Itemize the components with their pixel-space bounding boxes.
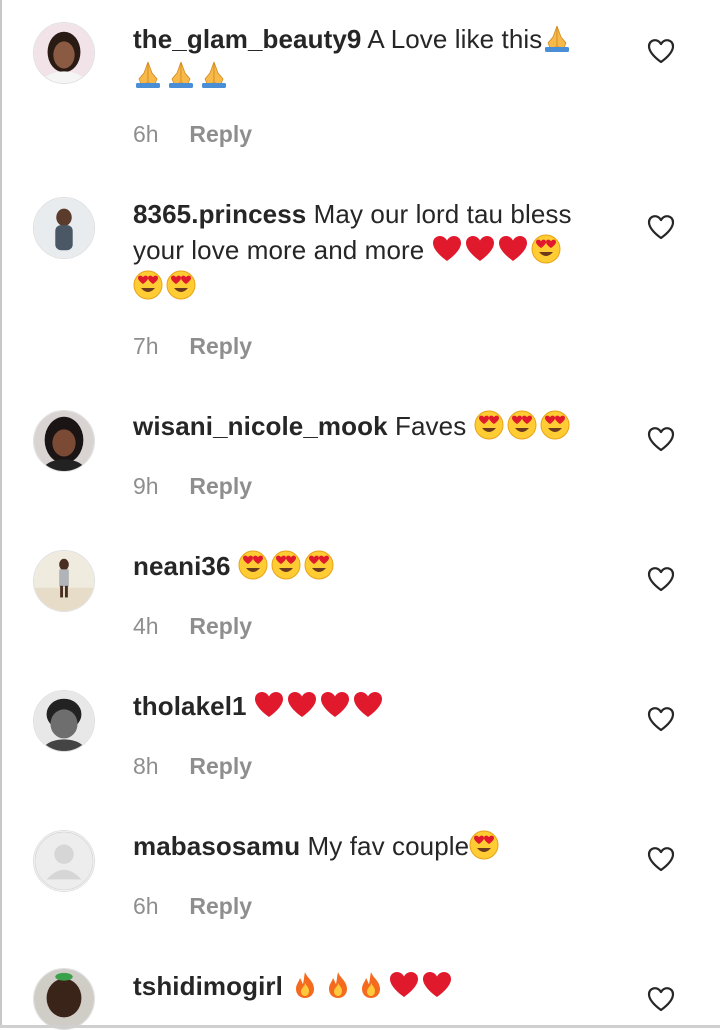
comment-timestamp: 8h xyxy=(133,753,159,779)
comment-body: Faves xyxy=(395,411,467,441)
like-heart-icon[interactable] xyxy=(647,846,675,872)
comment-body: A Love like this xyxy=(367,24,543,54)
comment-username[interactable]: wisani_nicole_mook xyxy=(133,411,388,441)
comment-username[interactable]: mabasosamu xyxy=(133,831,300,861)
comment-text: tshidimogirl xyxy=(133,968,603,1004)
comment-timestamp: 4h xyxy=(133,613,159,639)
red-heart-icon xyxy=(389,970,419,1000)
like-heart-icon[interactable] xyxy=(647,566,675,592)
heart-eyes-icon xyxy=(271,550,301,580)
comment-meta: 6h Reply xyxy=(133,893,252,920)
reply-button[interactable]: Reply xyxy=(189,753,252,779)
like-heart-icon[interactable] xyxy=(647,706,675,732)
like-heart-icon[interactable] xyxy=(647,214,675,240)
heart-eyes-icon xyxy=(133,270,163,300)
left-border xyxy=(0,0,2,1028)
comment-timestamp: 6h xyxy=(133,121,159,147)
red-heart-icon xyxy=(287,690,317,720)
fire-icon xyxy=(290,970,320,1000)
folded-hands-icon xyxy=(166,59,196,89)
comment-meta: 6h Reply xyxy=(133,121,252,148)
avatar[interactable] xyxy=(33,968,95,1030)
comment-meta: 9h Reply xyxy=(133,473,252,500)
comment-text: mabasosamu My fav couple xyxy=(133,828,603,864)
comment-meta: 8h Reply xyxy=(133,753,252,780)
avatar[interactable] xyxy=(33,22,95,84)
heart-eyes-icon xyxy=(469,830,499,860)
like-heart-icon[interactable] xyxy=(647,426,675,452)
reply-button[interactable]: Reply xyxy=(189,473,252,499)
heart-eyes-icon xyxy=(531,234,561,264)
red-heart-icon xyxy=(353,690,383,720)
red-heart-icon xyxy=(254,690,284,720)
heart-eyes-icon xyxy=(304,550,334,580)
comment-username[interactable]: 8365.princess xyxy=(133,199,306,229)
comment-timestamp: 9h xyxy=(133,473,159,499)
avatar[interactable] xyxy=(33,550,95,612)
comment-username[interactable]: tshidimogirl xyxy=(133,971,283,1001)
reply-button[interactable]: Reply xyxy=(189,333,252,359)
comment-timestamp: 6h xyxy=(133,893,159,919)
comment-meta: 7h Reply xyxy=(133,333,252,360)
red-heart-icon xyxy=(422,970,452,1000)
comment-meta: 4h Reply xyxy=(133,613,252,640)
reply-button[interactable]: Reply xyxy=(189,121,252,147)
avatar[interactable] xyxy=(33,410,95,472)
comment-timestamp: 7h xyxy=(133,333,159,359)
red-heart-icon xyxy=(432,234,462,264)
fire-icon xyxy=(323,970,353,1000)
folded-hands-icon xyxy=(542,23,572,53)
heart-eyes-icon xyxy=(166,270,196,300)
reply-button[interactable]: Reply xyxy=(189,893,252,919)
avatar[interactable] xyxy=(33,690,95,752)
heart-eyes-icon xyxy=(238,550,268,580)
fire-icon xyxy=(356,970,386,1000)
red-heart-icon xyxy=(498,234,528,264)
heart-eyes-icon xyxy=(540,410,570,440)
avatar[interactable] xyxy=(33,197,95,259)
comment-text: neani36 xyxy=(133,548,603,584)
comment-body: My fav couple xyxy=(307,831,470,861)
folded-hands-icon xyxy=(133,59,163,89)
comment-text: 8365.princess May our lord tau bless you… xyxy=(133,196,603,304)
red-heart-icon xyxy=(465,234,495,264)
heart-eyes-icon xyxy=(474,410,504,440)
reply-button[interactable]: Reply xyxy=(189,613,252,639)
folded-hands-icon xyxy=(199,59,229,89)
comment-username[interactable]: tholakel1 xyxy=(133,691,247,721)
comment-username[interactable]: neani36 xyxy=(133,551,231,581)
comment-text: the_glam_beauty9 A Love like this xyxy=(133,21,603,93)
like-heart-icon[interactable] xyxy=(647,38,675,64)
comment-text: wisani_nicole_mook Faves xyxy=(133,408,603,444)
comment-text: tholakel1 xyxy=(133,688,603,724)
comment-username[interactable]: the_glam_beauty9 xyxy=(133,24,361,54)
like-heart-icon[interactable] xyxy=(647,986,675,1012)
red-heart-icon xyxy=(320,690,350,720)
heart-eyes-icon xyxy=(507,410,537,440)
avatar[interactable] xyxy=(33,830,95,892)
